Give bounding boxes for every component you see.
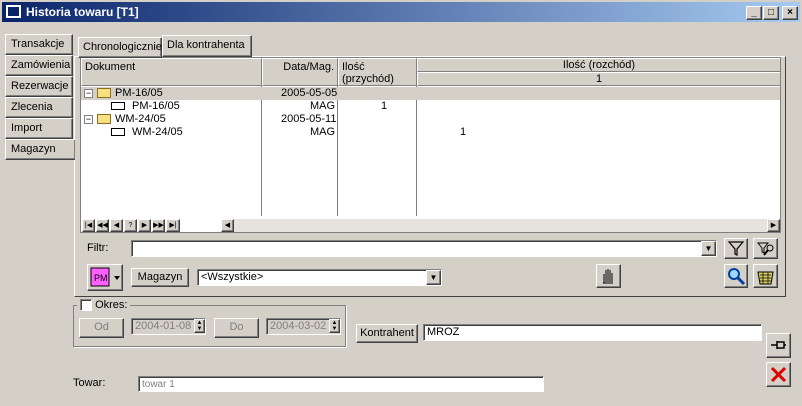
col-label: Ilość (rozchód)	[562, 59, 636, 71]
minimize-icon[interactable]: _	[746, 6, 762, 20]
tab-chronologicznie[interactable]: Chronologicznie	[78, 37, 162, 58]
side-tab-magazyn[interactable]: Magazyn	[5, 139, 75, 160]
kontrahent-field[interactable]: MROZ	[423, 324, 762, 341]
hand-icon[interactable]	[596, 264, 621, 288]
basket-icon[interactable]	[753, 264, 778, 288]
side-tab-rezerwacje[interactable]: Rezerwacje	[5, 76, 73, 97]
nav-prev-page-button[interactable]: ◀◀	[96, 219, 109, 232]
scroll-left-icon[interactable]: ◀	[221, 219, 234, 232]
row-document: PM-16/05	[115, 87, 163, 99]
nav-next-page-button[interactable]: ▶▶	[152, 219, 165, 232]
side-tab-label: Zamówienia	[11, 59, 71, 71]
window-title: Historia towaru [T1]	[26, 5, 139, 19]
tree-expand-icon[interactable]: −	[84, 113, 93, 126]
folder-icon	[97, 87, 111, 100]
nav-last-button[interactable]: ▶|	[166, 219, 180, 232]
scroll-right-icon[interactable]: ▶	[767, 219, 780, 232]
side-tab-label: Zlecenia	[11, 101, 53, 113]
table-row[interactable]: PM-16/05 MAG 1	[81, 100, 780, 113]
row-rozchod: 1	[460, 126, 467, 138]
okres-checkbox[interactable]	[80, 299, 92, 312]
col-header-dokument[interactable]: Dokument	[81, 58, 262, 86]
tab-dla-kontrahenta[interactable]: Dla kontrahenta	[162, 35, 252, 57]
title-bar: Historia towaru [T1] _ □ ×	[2, 2, 800, 22]
od-button[interactable]: Od	[79, 318, 124, 338]
row-date: 2005-05-11	[281, 113, 337, 125]
col-header-data[interactable]: Data/Mag.	[262, 58, 338, 86]
horizontal-scrollbar[interactable]: ◀ ▶	[221, 219, 780, 232]
row-document: PM-16/05	[132, 100, 180, 112]
table-row[interactable]: − WM-24/05 2005-05-11	[81, 113, 780, 126]
tab-label: Chronologicznie	[83, 41, 162, 53]
history-grid: Dokument Data/Mag. Ilość (przychód) Iloś…	[80, 57, 781, 233]
magazyn-button[interactable]: Magazyn	[131, 268, 189, 287]
nav-help-button[interactable]: ?	[124, 219, 137, 232]
col-header-rozchod[interactable]: Ilość (rozchód)	[417, 58, 780, 72]
nav-first-button[interactable]: |◀	[82, 219, 95, 232]
side-tab-zamowienia[interactable]: Zamówienia	[5, 55, 73, 76]
col-label: Ilość (przychód)	[342, 61, 394, 85]
magnifier-icon[interactable]	[724, 264, 748, 288]
funnel-icon[interactable]	[724, 238, 748, 259]
side-tab-import[interactable]: Import	[5, 118, 73, 139]
col-subheader-rozchod[interactable]: 1	[417, 72, 780, 86]
svg-text:PM: PM	[94, 273, 108, 283]
filter-label: Filtr:	[87, 242, 109, 254]
window-close-icon[interactable]: ×	[782, 6, 798, 20]
okres-header: Okres:	[77, 299, 131, 312]
magazyn-select[interactable]: <Wszystkie>	[197, 269, 442, 286]
towar-field[interactable]: towar 1	[138, 376, 544, 392]
okres-label: Okres:	[95, 299, 128, 312]
row-document: WM-24/05	[115, 113, 166, 125]
filter-input[interactable]	[131, 240, 717, 257]
pm-document-icon[interactable]: PM	[87, 264, 123, 291]
do-spinner-icon[interactable]: ▲ ▼	[329, 319, 340, 333]
maximize-icon[interactable]: □	[763, 6, 779, 20]
table-row[interactable]: WM-24/05 MAG 1	[81, 126, 780, 139]
do-button[interactable]: Do	[214, 318, 259, 338]
towar-label: Towar:	[73, 377, 106, 389]
tree-expand-icon[interactable]: −	[84, 87, 93, 100]
nav-prev-button[interactable]: ◀	[110, 219, 123, 232]
pin-icon[interactable]	[766, 333, 791, 358]
close-icon[interactable]	[766, 362, 791, 387]
side-tab-label: Magazyn	[11, 143, 56, 155]
col-label: Data/Mag.	[283, 61, 334, 73]
row-date: 2005-05-05	[281, 87, 338, 99]
row-przychod: 1	[381, 100, 388, 112]
side-tab-zlecenia[interactable]: Zlecenia	[5, 97, 73, 118]
filter-edit-icon[interactable]	[753, 238, 778, 259]
filter-dropdown-icon[interactable]: ▼	[701, 241, 716, 256]
side-tab-label: Import	[11, 122, 43, 134]
magazyn-dropdown-icon[interactable]: ▼	[426, 270, 441, 285]
document-icon	[111, 126, 125, 139]
side-tab-label: Rezerwacje	[11, 80, 69, 92]
tab-label: Dla kontrahenta	[167, 39, 245, 51]
folder-icon	[97, 113, 111, 126]
row-mag: MAG	[310, 100, 336, 112]
side-tab-transakcje[interactable]: Transakcje	[5, 34, 73, 55]
col-header-przychod[interactable]: Ilość (przychód)	[338, 58, 417, 86]
document-icon	[111, 100, 125, 113]
kontrahent-button[interactable]: Kontrahent	[356, 324, 418, 343]
nav-next-button[interactable]: ▶	[138, 219, 151, 232]
row-document: WM-24/05	[132, 126, 183, 138]
od-spinner-icon[interactable]: ▲ ▼	[194, 319, 205, 333]
row-mag: MAG	[310, 126, 336, 138]
app-icon	[6, 5, 21, 18]
col-label: Dokument	[85, 61, 136, 73]
side-tab-label: Transakcje	[11, 38, 65, 50]
table-row[interactable]: − PM-16/05 2005-05-05	[81, 87, 780, 100]
col-sublabel: 1	[595, 73, 603, 85]
